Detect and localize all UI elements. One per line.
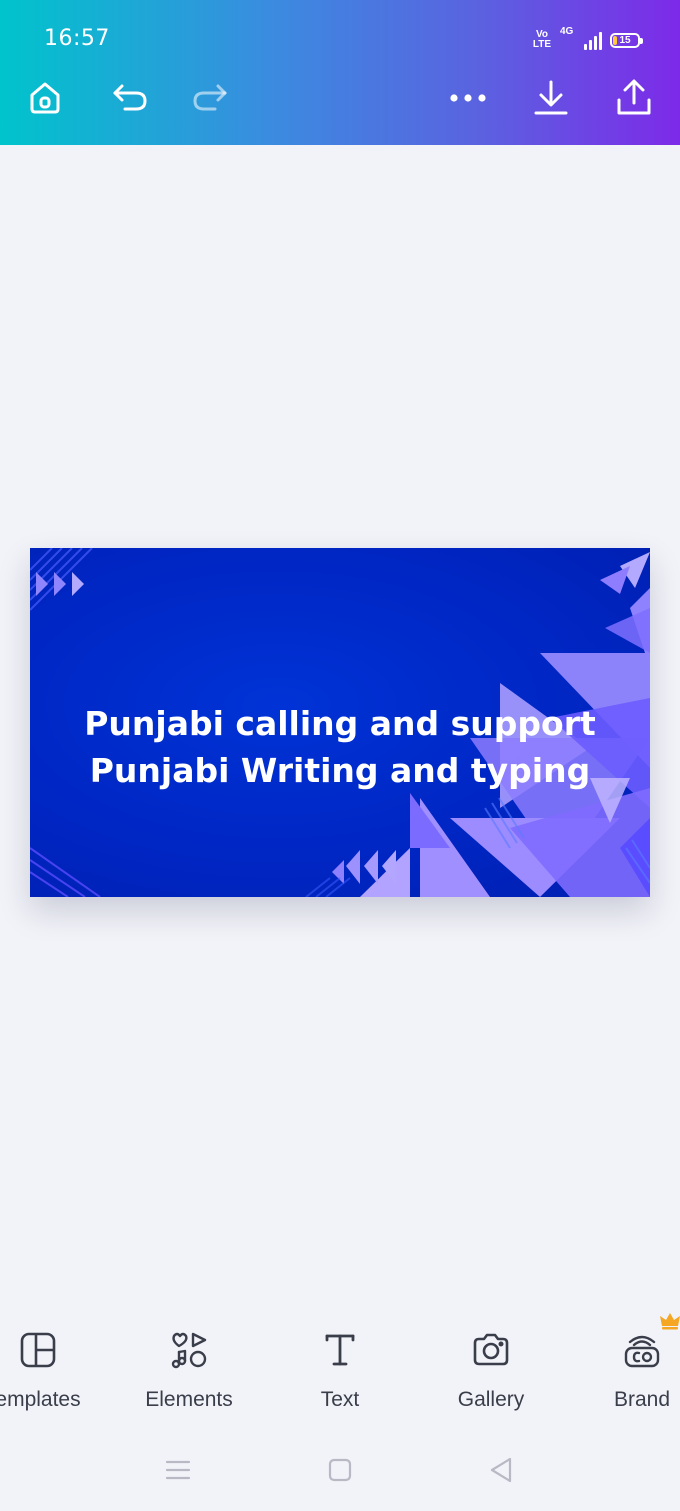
crown-icon: [660, 1312, 680, 1335]
design-canvas[interactable]: Punjabi calling and support Punjabi Writ…: [30, 548, 650, 897]
camera-icon: [473, 1333, 509, 1366]
gallery-label: Gallery: [457, 1388, 525, 1411]
download-icon: [534, 80, 568, 115]
battery-level: 15: [619, 34, 631, 46]
recents-icon: [165, 1460, 191, 1480]
more-icon: [450, 94, 486, 102]
templates-icon: [20, 1332, 56, 1368]
design-title-line1: Punjabi calling and support: [84, 704, 596, 743]
back-icon: [490, 1457, 512, 1483]
download-button[interactable]: [531, 78, 571, 118]
share-icon: [617, 79, 651, 115]
elements-icon: [171, 1332, 207, 1369]
signal-icon: 4G: [560, 26, 602, 50]
bottom-toolbar: emplates Elements Text Gallery Brand: [0, 1320, 680, 1420]
elements-label: Elements: [145, 1388, 233, 1411]
text-tab[interactable]: Text: [270, 1328, 410, 1412]
volte-icon: Vo LTE: [530, 30, 554, 50]
brand-tab[interactable]: Brand: [572, 1328, 680, 1412]
recents-button[interactable]: [158, 1454, 198, 1486]
gallery-tab[interactable]: Gallery: [421, 1328, 561, 1412]
home-button[interactable]: [25, 78, 65, 118]
templates-label: emplates: [0, 1388, 81, 1411]
brand-label: Brand: [613, 1388, 671, 1411]
home-nav-icon: [328, 1458, 352, 1482]
share-button[interactable]: [614, 78, 654, 118]
battery-icon: 15: [610, 32, 643, 48]
redo-icon: [193, 84, 227, 111]
top-toolbar: 16:57 Vo LTE 4G 15: [0, 0, 680, 145]
more-options-button[interactable]: [448, 78, 488, 118]
volte-line2: LTE: [532, 39, 552, 50]
status-icons: Vo LTE 4G 15: [530, 26, 643, 50]
design-title[interactable]: Punjabi calling and support Punjabi Writ…: [30, 700, 650, 794]
design-title-line2: Punjabi Writing and typing: [89, 751, 591, 790]
text-icon: [325, 1334, 355, 1366]
home-nav-button[interactable]: [320, 1454, 360, 1486]
network-type: 4G: [560, 26, 574, 37]
back-nav-button[interactable]: [481, 1454, 521, 1486]
battery-fill: [613, 35, 617, 45]
text-label: Text: [320, 1388, 360, 1411]
undo-button[interactable]: [110, 78, 150, 118]
system-nav-bar: [0, 1440, 680, 1500]
elements-tab[interactable]: Elements: [119, 1328, 259, 1412]
templates-tab[interactable]: emplates: [0, 1328, 108, 1412]
home-icon: [30, 82, 60, 114]
undo-icon: [113, 84, 147, 111]
redo-button[interactable]: [190, 78, 230, 118]
brand-icon: [624, 1335, 660, 1368]
status-time: 16:57: [44, 26, 110, 51]
